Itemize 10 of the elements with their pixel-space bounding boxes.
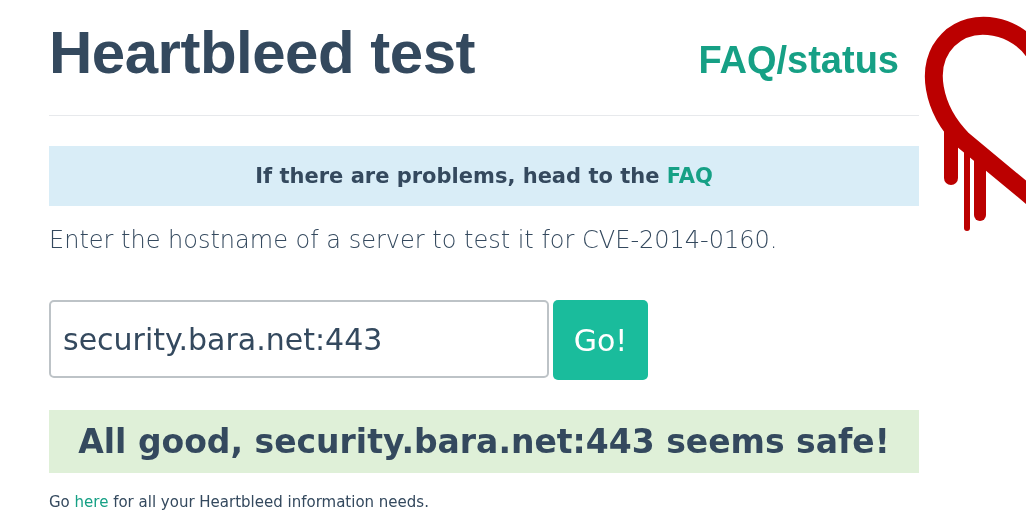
faq-link[interactable]: FAQ [666, 164, 713, 188]
page-title: Heartbleed test [49, 18, 475, 87]
faq-status-link[interactable]: FAQ/status [698, 39, 899, 82]
instruction-text: Enter the hostname of a server to test it for CVE-2014-0160. [49, 226, 779, 256]
go-button[interactable]: Go! [553, 300, 648, 380]
result-text: All good, security.bara.net:443 seems safe! [78, 422, 890, 461]
here-link[interactable]: here [74, 493, 109, 511]
footer-text: Go here for all your Heartbleed information needs. [49, 493, 430, 511]
notice-text: If there are problems, head to the FAQ [255, 164, 713, 188]
hostname-field[interactable]: security.bara.net:443 [49, 300, 549, 378]
